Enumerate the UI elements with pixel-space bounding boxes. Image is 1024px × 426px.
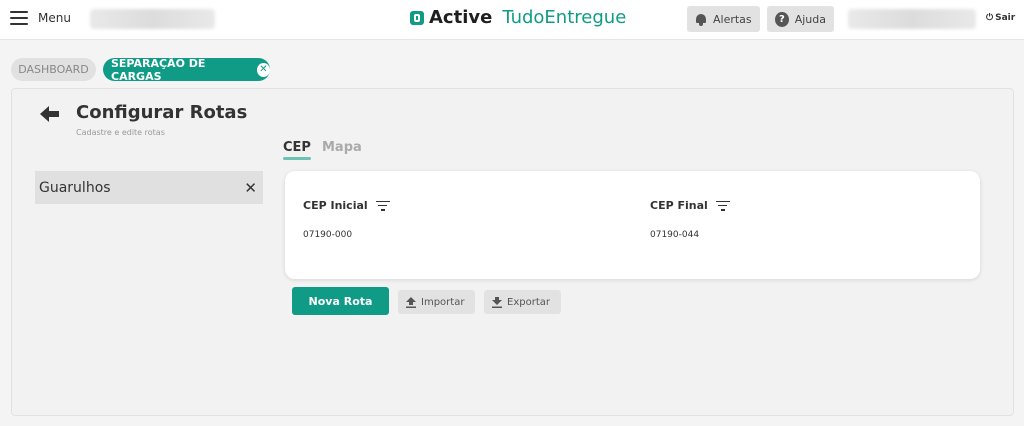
tab-cep[interactable]: CEP [283,140,311,160]
logo-bold-text: Active [429,7,493,28]
column-header-label: CEP Final [650,199,708,212]
filter-icon[interactable] [715,200,730,211]
import-button[interactable]: Importar [398,290,475,314]
sidebar-item-guarulhos[interactable]: Guarulhos ✕ [35,171,263,204]
main-panel: Configurar Rotas Cadastre e edite rotas … [11,88,1014,416]
download-icon [492,296,502,308]
menu-button[interactable]: Menu [10,11,71,25]
breadcrumb-dashboard[interactable]: DASHBOARD [11,58,96,81]
sidebar-item-label: Guarulhos [39,179,111,196]
column-header-cep-inicial: CEP Inicial [303,199,390,212]
menu-icon [10,11,28,25]
table-cell: 07190-044 [650,230,700,240]
top-header: Menu Active TudoEntregue Alertas ? Ajuda … [0,0,1024,40]
export-label: Exportar [507,296,550,308]
bell-icon [695,13,707,26]
help-icon: ? [775,11,789,27]
breadcrumb-label: SEPARAÇÃO DE CARGAS [111,56,206,83]
blurred-selector [90,9,215,29]
tab-mapa[interactable]: Mapa [322,140,362,155]
page-title: Configurar Rotas [76,102,248,123]
filter-icon[interactable] [375,200,390,211]
menu-label: Menu [38,11,71,25]
breadcrumb-separacao-cargas[interactable]: SEPARAÇÃO DE CARGAS ✕ [103,56,270,83]
close-icon[interactable]: ✕ [244,179,257,197]
breadcrumb-label: DASHBOARD [18,63,89,76]
logo-icon [410,10,424,25]
upload-icon [406,296,416,308]
close-icon[interactable]: ✕ [256,62,270,77]
alerts-label: Alertas [713,12,752,26]
alerts-button[interactable]: Alertas [687,6,760,32]
blurred-user-info [848,9,976,29]
routes-table: CEP Inicial CEP Final 07190-000 07190-04… [285,171,980,279]
back-arrow-icon[interactable] [40,106,60,126]
import-label: Importar [421,296,465,308]
table-cell: 07190-000 [303,230,353,240]
power-icon: ⏻ [986,13,994,23]
logout-button[interactable]: ⏻ Sair [986,13,1015,23]
app-logo: Active TudoEntregue [410,7,626,28]
column-header-label: CEP Inicial [303,199,368,212]
help-button[interactable]: ? Ajuda [767,6,834,32]
column-header-cep-final: CEP Final [650,199,730,212]
logout-label: Sair [995,13,1016,23]
help-label: Ajuda [794,12,826,26]
page-subtitle: Cadastre e edite rotas [76,128,165,137]
logo-light-text: TudoEntregue [502,7,627,28]
export-button[interactable]: Exportar [484,290,561,314]
new-route-button[interactable]: Nova Rota [292,287,389,315]
